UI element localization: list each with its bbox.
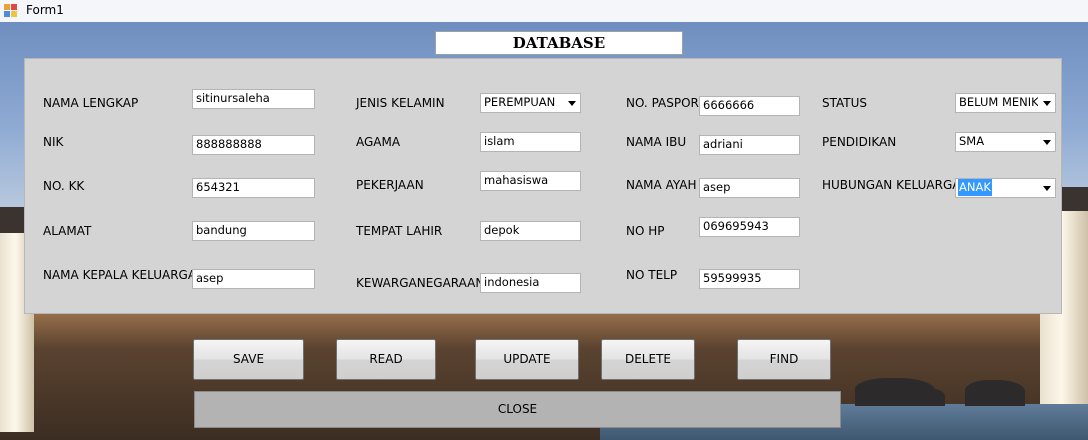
tempat-lahir-label: TEMPAT LAHIR: [356, 224, 443, 238]
read-button[interactable]: READ: [336, 339, 436, 380]
no-kk-label: NO. KK: [43, 179, 85, 193]
app-icon: [4, 4, 17, 17]
nik-label: NIK: [43, 135, 64, 149]
status-label: STATUS: [822, 96, 868, 110]
agama-input[interactable]: islam: [480, 132, 581, 152]
hubungan-keluarga-value: ANAK: [958, 179, 992, 196]
no-hp-input[interactable]: 069695943: [699, 217, 800, 237]
no-paspor-input[interactable]: 6666666: [699, 96, 800, 116]
hubungan-keluarga-select[interactable]: ANAK: [955, 178, 1056, 198]
update-button[interactable]: UPDATE: [475, 339, 579, 380]
window-title: Form1: [26, 3, 64, 17]
no-hp-label: NO HP: [626, 224, 665, 238]
save-button[interactable]: SAVE: [193, 339, 304, 380]
pekerjaan-input[interactable]: mahasiswa: [480, 171, 581, 191]
hubungan-keluarga-label: HUBUNGAN KELUARGA: [822, 178, 961, 192]
pekerjaan-label: PEKERJAAN: [356, 178, 424, 192]
nama-ayah-label: NAMA AYAH: [626, 178, 697, 192]
no-paspor-label: NO. PASPOR: [626, 96, 699, 110]
nama-ibu-label: NAMA IBU: [626, 135, 687, 149]
nama-lengkap-label: NAMA LENGKAP: [43, 96, 139, 110]
close-button[interactable]: CLOSE: [194, 391, 841, 428]
title-bar: Form1: [0, 0, 1088, 23]
chevron-down-icon[interactable]: [1038, 94, 1055, 112]
alamat-input[interactable]: bandung: [192, 221, 315, 241]
agama-label: AGAMA: [356, 135, 401, 149]
pendidikan-select[interactable]: SMA: [955, 132, 1056, 152]
alamat-label: ALAMAT: [43, 224, 92, 238]
jenis-kelamin-value: PEREMPUAN: [484, 95, 556, 109]
nama-lengkap-input[interactable]: sitinursaleha: [192, 89, 315, 109]
nama-ibu-input[interactable]: adriani: [699, 135, 800, 155]
chevron-down-icon[interactable]: [563, 94, 580, 112]
nik-input[interactable]: 888888888: [192, 135, 315, 155]
no-telp-label: NO TELP: [626, 268, 678, 282]
nama-ayah-input[interactable]: asep: [699, 178, 800, 198]
jenis-kelamin-select[interactable]: PEREMPUAN: [480, 93, 581, 113]
tempat-lahir-input[interactable]: depok: [480, 221, 581, 241]
jenis-kelamin-label: JENIS KELAMIN: [356, 96, 445, 110]
pendidikan-value: SMA: [959, 134, 985, 148]
form-panel: NAMA LENGKAP sitinursaleha NIK 888888888…: [24, 58, 1062, 314]
chevron-down-icon[interactable]: [1038, 179, 1055, 197]
chevron-down-icon[interactable]: [1038, 133, 1055, 151]
no-kk-input[interactable]: 654321: [192, 178, 315, 198]
nama-kepala-keluarga-input[interactable]: asep: [192, 269, 315, 289]
nama-kepala-keluarga-label: NAMA KEPALA KELUARGA: [43, 268, 197, 282]
pendidikan-label: PENDIDIKAN: [822, 135, 897, 149]
status-select[interactable]: BELUM MENIKAH: [955, 93, 1056, 113]
delete-button[interactable]: DELETE: [601, 339, 695, 380]
kewarganegaraan-input[interactable]: indonesia: [480, 273, 581, 293]
find-button[interactable]: FIND: [737, 339, 831, 380]
page-title: DATABASE KEPENDUDUKAN: [435, 31, 683, 74]
kewarganegaraan-label: KEWARGANEGARAAN: [356, 276, 485, 290]
no-telp-input[interactable]: 59599935: [699, 269, 800, 289]
